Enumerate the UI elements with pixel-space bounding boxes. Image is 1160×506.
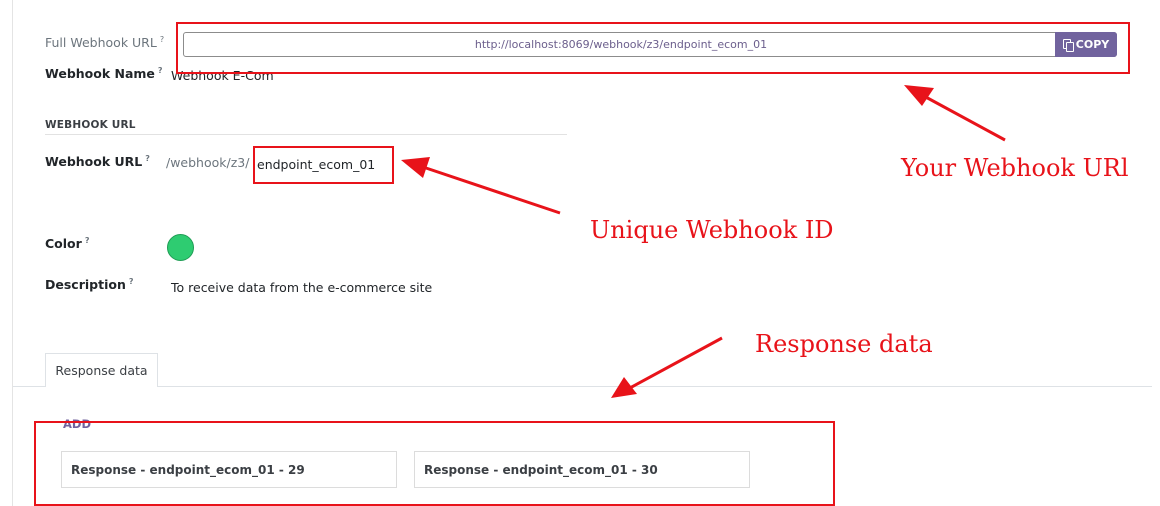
notebook-tabs-divider — [13, 386, 1152, 387]
annotation-webhook-url: Your Webhook URl — [901, 154, 1129, 182]
webhook-name-label-text: Webhook Name — [45, 66, 155, 82]
arrow-response-shaft — [627, 336, 723, 391]
section-title-webhook-url: WEBHOOK URL — [45, 119, 136, 131]
description-label-text: Description — [45, 277, 126, 293]
webhook-url-label: Webhook URL? — [45, 154, 150, 169]
form-sheet-border — [12, 0, 13, 506]
annotation-webhook-id: Unique Webhook ID — [590, 216, 834, 244]
arrow-url-shaft — [921, 93, 1006, 142]
tab-response-data[interactable]: Response data — [45, 353, 158, 387]
color-label: Color? — [45, 236, 89, 251]
color-picker-swatch[interactable] — [167, 234, 194, 261]
webhook-name-label: Webhook Name? — [45, 66, 163, 81]
color-label-text: Color — [45, 236, 82, 252]
arrow-url-head — [904, 85, 934, 106]
webhook-url-prefix: /webhook/z3/ — [166, 155, 250, 170]
arrow-id-shaft — [419, 164, 561, 215]
description-value[interactable]: To receive data from the e-commerce site — [171, 280, 432, 295]
help-icon[interactable]: ? — [158, 66, 163, 75]
help-icon[interactable]: ? — [85, 236, 90, 245]
full-webhook-url-label: Full Webhook URL? — [45, 35, 164, 50]
help-icon[interactable]: ? — [145, 154, 150, 163]
arrow-response-head — [611, 377, 637, 398]
responses-highlight-box — [34, 421, 835, 506]
annotation-response-data: Response data — [755, 330, 933, 358]
webhook-url-label-text: Webhook URL — [45, 154, 143, 170]
help-icon[interactable]: ? — [129, 277, 134, 286]
webhook-id-highlight-box — [253, 146, 394, 184]
description-label: Description? — [45, 277, 134, 292]
full-webhook-url-label-text: Full Webhook URL — [45, 35, 157, 51]
url-highlight-box — [176, 22, 1130, 74]
section-divider — [45, 134, 567, 135]
arrow-id-head — [401, 157, 430, 178]
help-icon[interactable]: ? — [160, 35, 164, 44]
